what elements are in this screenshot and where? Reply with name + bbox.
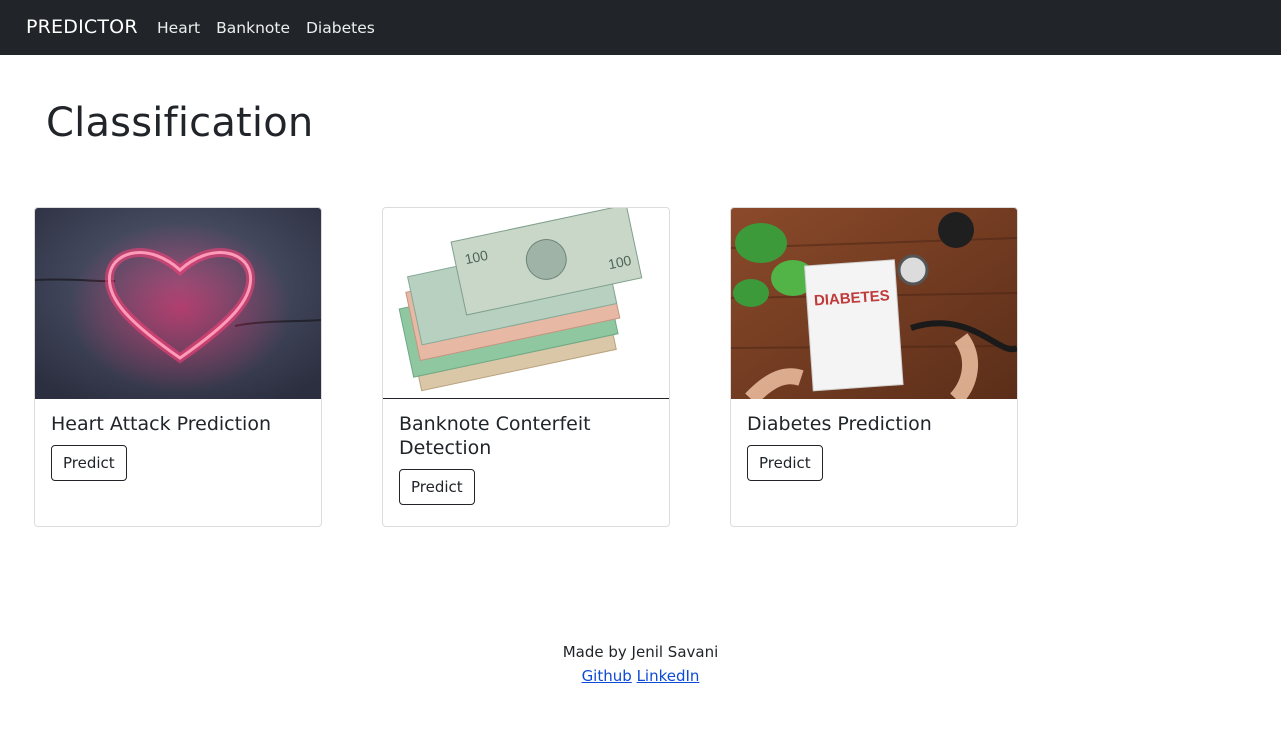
banknotes-image: 100 100 xyxy=(383,208,669,399)
card-body: Banknote Conterfeit Detection Predict xyxy=(383,399,669,518)
nav-link-heart[interactable]: Heart xyxy=(157,19,200,37)
brand-link[interactable]: PREDICTOR xyxy=(26,0,138,55)
linkedin-link[interactable]: LinkedIn xyxy=(637,667,700,685)
nav-link-diabetes[interactable]: Diabetes xyxy=(306,19,375,37)
footer-credit: Made by Jenil Savani xyxy=(562,643,719,661)
card-heart: Heart Attack Prediction Predict xyxy=(34,207,322,527)
footer-links: Github LinkedIn xyxy=(0,664,1281,688)
card-title: Banknote Conterfeit Detection xyxy=(399,413,591,459)
card-banknote: 100 100 Banknote Conterfeit Detection Pr… xyxy=(382,207,670,527)
card-title: Diabetes Prediction xyxy=(747,413,932,435)
footer: Made by Jenil Savani Github LinkedIn xyxy=(0,640,1281,688)
predict-diabetes-button[interactable]: Predict xyxy=(747,445,823,481)
predict-heart-button[interactable]: Predict xyxy=(51,445,127,481)
nav-links: Heart Banknote Diabetes xyxy=(157,0,391,55)
nav-link-banknote[interactable]: Banknote xyxy=(216,19,290,37)
predict-banknote-button[interactable]: Predict xyxy=(399,469,475,505)
card-title: Heart Attack Prediction xyxy=(51,413,272,435)
page-title: Classification xyxy=(46,100,314,146)
card-body: Heart Attack Prediction Predict xyxy=(35,399,321,494)
top-navbar: PREDICTOR Heart Banknote Diabetes xyxy=(0,0,1281,55)
diabetes-notebook-image: DIABETES xyxy=(731,208,1017,399)
github-link[interactable]: Github xyxy=(582,667,632,685)
card-diabetes: DIABETES Diabetes Prediction Predict xyxy=(730,207,1018,527)
card-body: Diabetes Prediction Predict xyxy=(731,399,1017,494)
neon-heart-image xyxy=(35,208,321,399)
